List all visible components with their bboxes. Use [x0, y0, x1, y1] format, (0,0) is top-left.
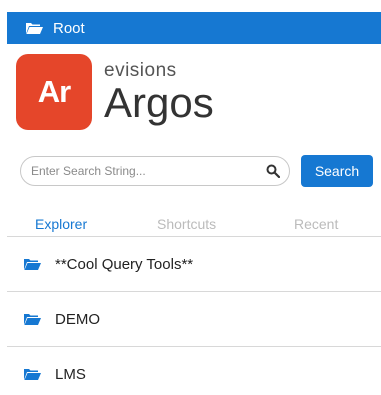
logo-text: evisions Argos	[104, 54, 214, 130]
app-logo: Ar evisions Argos	[16, 54, 214, 130]
list-item[interactable]: DEMO	[7, 292, 381, 347]
breadcrumb-label: Root	[53, 19, 85, 37]
tab-shortcuts[interactable]: Shortcuts	[157, 216, 216, 232]
list-item-label: LMS	[55, 365, 86, 383]
tab-explorer[interactable]: Explorer	[35, 216, 87, 232]
list-item-label: **Cool Query Tools**	[55, 255, 194, 273]
search-input[interactable]	[20, 156, 290, 186]
breadcrumb-root[interactable]: Root	[7, 12, 381, 44]
list-item[interactable]: LMS	[7, 347, 381, 395]
tab-recent[interactable]: Recent	[294, 216, 338, 232]
logo-product: Argos	[104, 79, 214, 126]
open-folder-icon	[26, 22, 43, 34]
open-folder-icon	[24, 368, 41, 380]
search-button[interactable]: Search	[301, 155, 373, 187]
tab-bar: Explorer Shortcuts Recent	[7, 216, 381, 237]
open-folder-icon	[24, 258, 41, 270]
logo-badge: Ar	[16, 54, 92, 130]
open-folder-icon	[24, 313, 41, 325]
folder-list: **Cool Query Tools** DEMO LMS	[7, 237, 381, 395]
list-item[interactable]: **Cool Query Tools**	[7, 237, 381, 292]
search-icon[interactable]	[266, 164, 280, 178]
list-item-label: DEMO	[55, 310, 100, 328]
